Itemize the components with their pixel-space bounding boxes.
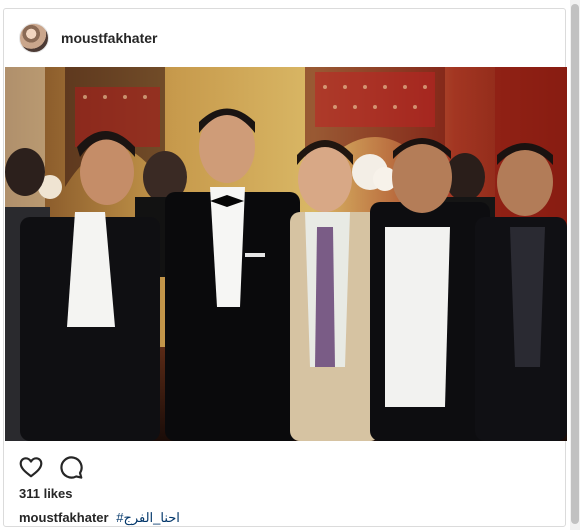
likes-count[interactable]: 311 likes	[19, 486, 73, 501]
wedding-group-photo	[5, 67, 567, 441]
heart-icon[interactable]	[18, 454, 44, 480]
post-photo[interactable]	[5, 67, 567, 441]
instagram-post-card: moustfakhater 311 likes moustfakhater #ا…	[3, 8, 567, 527]
comment-icon[interactable]	[58, 454, 84, 480]
post-header: moustfakhater	[4, 9, 565, 67]
avatar[interactable]	[19, 23, 49, 53]
caption-username[interactable]: moustfakhater	[19, 510, 109, 525]
caption-hashtag[interactable]: #احنا_الفرج	[116, 510, 180, 525]
post-actions	[18, 453, 84, 481]
post-username[interactable]: moustfakhater	[61, 30, 157, 46]
post-caption: moustfakhater #احنا_الفرج	[19, 510, 180, 526]
scrollbar[interactable]	[570, 0, 580, 530]
scrollbar-thumb[interactable]	[571, 4, 579, 524]
